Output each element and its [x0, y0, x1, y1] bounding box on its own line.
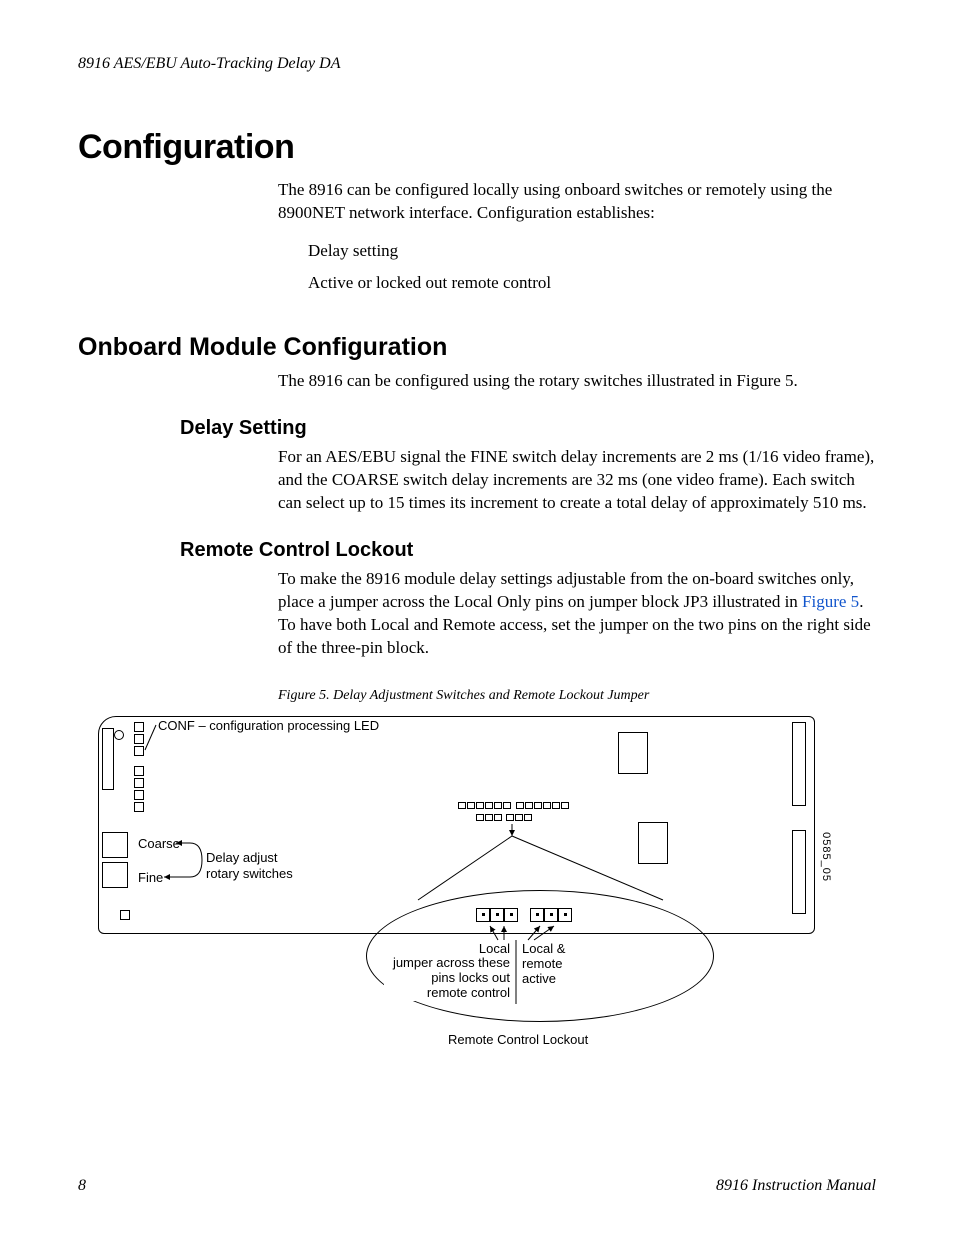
manual-title: 8916 Instruction Manual — [716, 1177, 876, 1195]
remote-text: To make the 8916 module delay settings a… — [278, 568, 876, 660]
pcb-component — [134, 802, 144, 812]
pcb-component — [134, 722, 144, 732]
onboard-text: The 8916 can be configured using the rot… — [278, 370, 876, 393]
conf-led-label: CONF – configuration processing LED — [158, 718, 379, 733]
coarse-label: Coarse — [138, 836, 180, 851]
pcb-chip-row — [506, 814, 532, 821]
jumper-block-right — [530, 908, 572, 922]
rotary-label-2: rotary switches — [206, 866, 293, 881]
pcb-chip-row — [476, 814, 502, 821]
local-remote-label: Local & remote active — [522, 942, 582, 987]
figure-5-link[interactable]: Figure 5 — [802, 592, 859, 611]
pcb-component — [134, 766, 144, 776]
coarse-switch-icon — [102, 832, 128, 858]
section-title: Configuration — [78, 128, 876, 167]
led-circle — [114, 730, 124, 740]
pcb-connector — [792, 830, 806, 914]
figure-caption: Figure 5. Delay Adjustment Switches and … — [278, 688, 876, 704]
rotary-label-1: Delay adjust — [206, 850, 278, 865]
pcb-connector — [792, 722, 806, 806]
delay-text: For an AES/EBU signal the FINE switch de… — [278, 446, 876, 515]
onboard-heading: Onboard Module Configuration — [78, 333, 876, 362]
remote-lockout-bottom-label: Remote Control Lockout — [448, 1032, 588, 1047]
pcb-component — [638, 822, 668, 864]
front-bracket — [102, 728, 114, 790]
remote-text-a: To make the 8916 module delay settings a… — [278, 569, 854, 611]
pcb-component — [134, 734, 144, 744]
bullet-remote-control: Active or locked out remote control — [308, 267, 876, 299]
pcb-component — [134, 746, 144, 756]
pcb-component — [120, 910, 130, 920]
fine-switch-icon — [102, 862, 128, 888]
intro-paragraph: The 8916 can be configured locally using… — [278, 179, 876, 225]
running-head: 8916 AES/EBU Auto-Tracking Delay DA — [78, 55, 876, 73]
pcb-component — [134, 778, 144, 788]
figure-code: 0585_05 — [820, 832, 832, 882]
local-only-label-2: jumper across these pins locks out remot… — [384, 956, 510, 1001]
remote-heading: Remote Control Lockout — [180, 539, 876, 562]
pcb-component — [618, 732, 648, 774]
delay-heading: Delay Setting — [180, 417, 876, 440]
pcb-chip-row — [516, 802, 569, 809]
page-number: 8 — [78, 1177, 86, 1195]
jumper-block-left — [476, 908, 518, 922]
pcb-component — [134, 790, 144, 800]
pcb-chip-row — [458, 802, 511, 809]
bullet-delay-setting: Delay setting — [308, 235, 876, 267]
figure-5-diagram: CONF – configuration processing LED Coar… — [98, 712, 818, 1042]
fine-label: Fine — [138, 870, 163, 885]
